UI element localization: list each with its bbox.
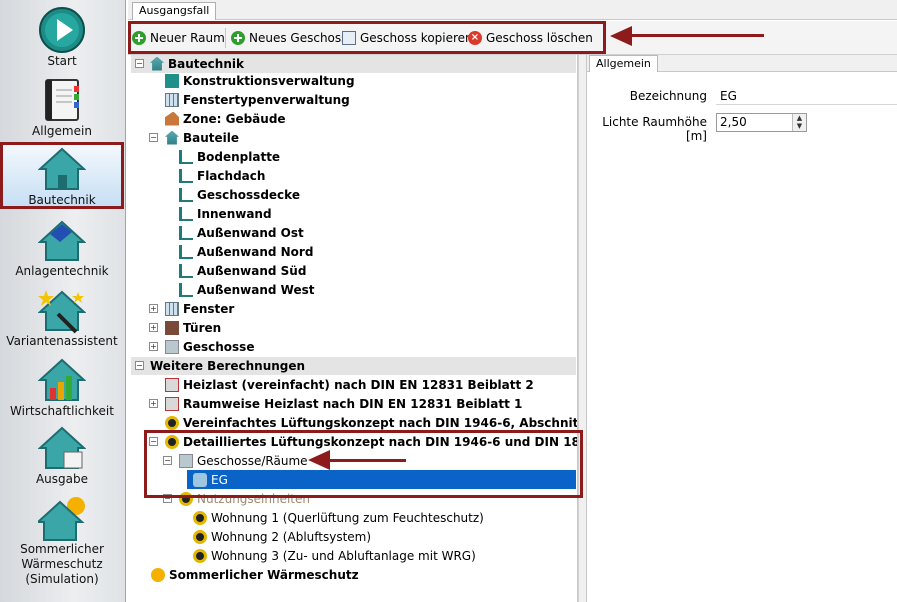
tab-allgemein[interactable]: Allgemein xyxy=(589,55,658,72)
bezeichnung-field[interactable]: EG xyxy=(720,89,737,103)
tree-item-aussenwand-west[interactable]: Außenwand West xyxy=(179,280,314,299)
window-icon xyxy=(165,301,179,316)
properties-panel: Allgemein Bezeichnung EG Lichte Raumhöhe… xyxy=(586,55,897,602)
wall-icon xyxy=(179,168,193,183)
wall-icon xyxy=(179,225,193,240)
sidebar-item-label: Variantenassistent xyxy=(6,334,118,348)
house-icon xyxy=(150,56,164,71)
house-output-icon xyxy=(37,424,87,472)
heat-load-icon xyxy=(165,396,179,411)
sidebar-item-label: Wirtschaftlichkeit xyxy=(10,404,114,418)
bezeichnung-label: Bezeichnung xyxy=(629,89,707,103)
wall-icon xyxy=(179,282,193,297)
sidebar-item-label: Anlagentechnik xyxy=(15,264,109,278)
tree-item-wohnung-2[interactable]: Wohnung 2 (Abluftsystem) xyxy=(193,527,371,546)
toolbar: Neuer Raum Neues Geschoss Geschoss kopie… xyxy=(128,21,897,55)
house-sun-icon xyxy=(35,494,86,542)
wall-icon xyxy=(179,149,193,164)
sidebar-item-ausgabe[interactable]: Ausgabe xyxy=(0,424,124,486)
highlight-box-lueftungskonzept xyxy=(144,430,583,498)
wall-icon xyxy=(179,263,193,278)
tree-item-aussenwand-nord[interactable]: Außenwand Nord xyxy=(179,242,313,261)
zone-icon xyxy=(165,111,179,126)
tree-item-zone[interactable]: Zone: Gebäude xyxy=(165,109,286,128)
tree-item-wohnung-1[interactable]: Wohnung 1 (Querlüftung zum Feuchteschutz… xyxy=(193,508,484,527)
highlight-box-toolbar xyxy=(128,21,606,54)
collapse-toggle[interactable]: − xyxy=(135,59,144,68)
annotation-arrow-geschosse xyxy=(330,459,406,462)
sidebar-item-bautechnik[interactable]: Bautechnik xyxy=(0,142,124,209)
sidebar-item-allgemein[interactable]: Allgemein xyxy=(0,76,124,138)
notebook-icon xyxy=(38,76,86,124)
sidebar-item-label: Bautechnik xyxy=(28,193,96,207)
sidebar-item-label: Sommerlicher Wärmeschutz (Simulation) xyxy=(20,542,104,586)
tree-item-konstruktionsverwaltung[interactable]: Konstruktionsverwaltung xyxy=(165,71,355,90)
tab-ausgangsfall[interactable]: Ausgangsfall xyxy=(132,2,217,20)
tree-item-fenster[interactable]: Fenster xyxy=(165,299,234,318)
project-tree: − Bautechnik Konstruktionsverwaltung Fen… xyxy=(131,55,578,602)
tree-item-fenstertypenverwaltung[interactable]: Fenstertypenverwaltung xyxy=(165,90,350,109)
sidebar-item-start[interactable]: Start xyxy=(0,6,124,68)
heat-load-icon xyxy=(165,377,179,392)
fan-icon xyxy=(165,415,179,430)
window-icon xyxy=(165,92,179,107)
document-tab-bar: Ausgangsfall xyxy=(128,0,897,20)
wall-icon xyxy=(179,206,193,221)
tree-item-tueren[interactable]: Türen xyxy=(165,318,221,337)
raumhoehe-label: Lichte Raumhöhe [m] xyxy=(602,115,707,143)
sidebar-item-anlagentechnik[interactable]: Anlagentechnik xyxy=(0,216,124,278)
tree-item-aussenwand-sued[interactable]: Außenwand Süd xyxy=(179,261,306,280)
sidebar-item-variantenassistent[interactable]: Variantenassistent xyxy=(0,286,124,348)
house-wand-icon xyxy=(37,286,87,334)
expand-toggle[interactable]: + xyxy=(149,304,158,313)
tree-item-flachdach[interactable]: Flachdach xyxy=(179,166,265,185)
tree-item-sommerlicher-waermeschutz[interactable]: Sommerlicher Wärmeschutz xyxy=(151,565,359,584)
sidebar-item-label: Ausgabe xyxy=(35,472,89,486)
tree-item-heizlast[interactable]: Heizlast (vereinfacht) nach DIN EN 12831… xyxy=(165,375,534,394)
sidebar-item-wirtschaftlichkeit[interactable]: Wirtschaftlichkeit xyxy=(0,356,124,418)
house-icon xyxy=(165,130,179,145)
floors-icon xyxy=(165,339,179,354)
play-icon xyxy=(38,6,86,54)
tree-item-wohnung-3[interactable]: Wohnung 3 (Zu- und Abluftanlage mit WRG) xyxy=(193,546,476,565)
tree-item-raumweise-heizlast[interactable]: Raumweise Heizlast nach DIN EN 12831 Bei… xyxy=(165,394,522,413)
arrow-head-icon xyxy=(610,26,632,46)
door-icon xyxy=(165,320,179,335)
sidebar-item-sommerlicher-waermeschutz[interactable]: Sommerlicher Wärmeschutz (Simulation) xyxy=(0,494,124,594)
house-icon xyxy=(37,145,87,193)
expand-toggle[interactable]: + xyxy=(149,399,158,408)
wall-icon xyxy=(179,187,193,202)
tree-item-bodenplatte[interactable]: Bodenplatte xyxy=(179,147,280,166)
properties-tab-bar: Allgemein xyxy=(587,55,897,72)
house-solar-icon xyxy=(37,216,87,264)
expand-toggle[interactable]: + xyxy=(149,323,158,332)
arrow-head-icon xyxy=(308,450,330,470)
tree-item-weitere-berechnungen[interactable]: Weitere Berechnungen xyxy=(150,356,305,375)
raumhoehe-spinner[interactable]: ▲ ▼ xyxy=(792,114,806,131)
module-sidebar: Start Allgemein Bautechnik Anlagentechni… xyxy=(0,0,126,602)
collapse-toggle[interactable]: − xyxy=(135,361,144,370)
tree-item-innenwand[interactable]: Innenwand xyxy=(179,204,272,223)
fan-icon xyxy=(193,529,207,544)
sun-icon xyxy=(151,567,165,582)
collapse-toggle[interactable]: − xyxy=(149,133,158,142)
wall-icon xyxy=(179,244,193,259)
fan-icon xyxy=(193,548,207,563)
tree-item-geschossdecke[interactable]: Geschossdecke xyxy=(179,185,300,204)
tree-item-bauteile[interactable]: Bauteile xyxy=(165,128,239,147)
cube-icon xyxy=(165,73,179,88)
bezeichnung-underline xyxy=(716,104,897,105)
tree-item-geschosse[interactable]: Geschosse xyxy=(165,337,254,356)
expand-toggle[interactable]: + xyxy=(149,342,158,351)
sidebar-item-label: Start xyxy=(47,54,77,68)
house-chart-icon xyxy=(37,356,87,404)
tree-item-aussenwand-ost[interactable]: Außenwand Ost xyxy=(179,223,304,242)
fan-icon xyxy=(193,510,207,525)
tree-scrollbar[interactable] xyxy=(578,55,586,602)
sidebar-item-label: Allgemein xyxy=(32,124,92,138)
annotation-arrow-toolbar xyxy=(630,34,764,37)
